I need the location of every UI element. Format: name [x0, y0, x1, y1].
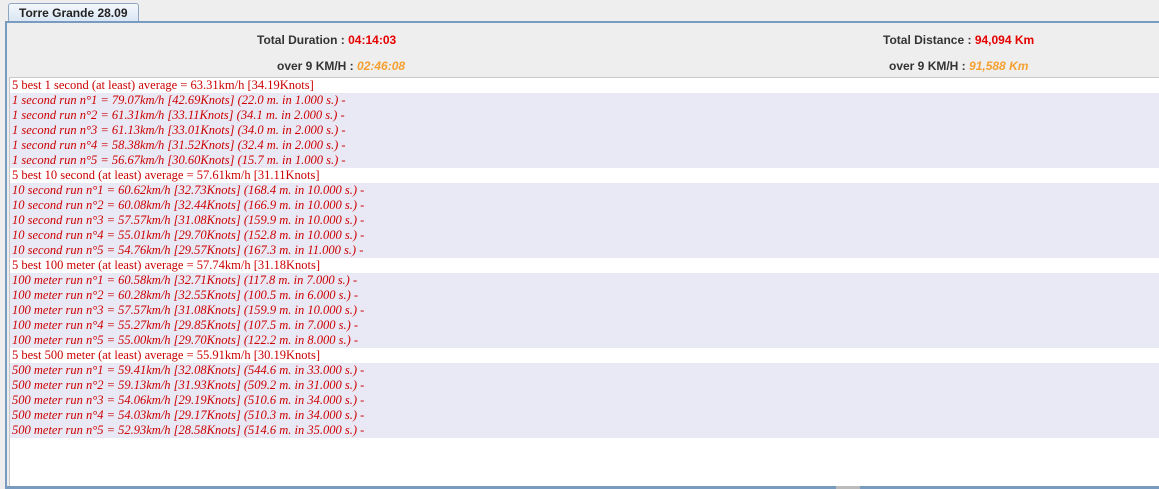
over9-distance-label: over 9 KM/H : [889, 59, 966, 73]
over9-duration: over 9 KM/H : 02:46:08 [277, 59, 405, 73]
list-item[interactable]: 10 second run n°1 = 60.62km/h [32.73Knot… [10, 183, 1159, 198]
over9-duration-value: 02:46:08 [357, 59, 406, 73]
over9-distance-value: 91,588 Km [969, 59, 1029, 73]
summary-area: Total Duration : 04:14:03 Total Distance… [7, 23, 1159, 77]
list-item[interactable]: 500 meter run n°5 = 52.93km/h [28.58Knot… [10, 423, 1159, 438]
list-item[interactable]: 500 meter run n°3 = 54.06km/h [29.19Knot… [10, 393, 1159, 408]
total-distance-value: 94,094 Km [974, 33, 1035, 47]
total-distance-label: Total Distance : [883, 33, 972, 47]
list-section-header[interactable]: 5 best 10 second (at least) average = 57… [10, 168, 1159, 183]
list-item[interactable]: 10 second run n°4 = 55.01km/h [29.70Knot… [10, 228, 1159, 243]
total-duration-label: Total Duration : [257, 33, 345, 47]
list-item[interactable]: 10 second run n°3 = 57.57km/h [31.08Knot… [10, 213, 1159, 228]
list-item[interactable]: 1 second run n°2 = 61.31km/h [33.11Knots… [10, 108, 1159, 123]
list-item[interactable]: 500 meter run n°2 = 59.13km/h [31.93Knot… [10, 378, 1159, 393]
list-item[interactable]: 1 second run n°4 = 58.38km/h [31.52Knots… [10, 138, 1159, 153]
total-distance: Total Distance : 94,094 Km [883, 33, 1034, 47]
over9-distance: over 9 KM/H : 91,588 Km [889, 59, 1028, 73]
list-item[interactable]: 10 second run n°5 = 54.76km/h [29.57Knot… [10, 243, 1159, 258]
list-section-header[interactable]: 5 best 100 meter (at least) average = 57… [10, 258, 1159, 273]
session-panel: Total Duration : 04:14:03 Total Distance… [5, 21, 1159, 489]
list-section-header[interactable]: 5 best 500 meter (at least) average = 55… [10, 348, 1159, 363]
tab-bar: Torre Grande 28.09 [0, 0, 1159, 22]
list-item[interactable]: 500 meter run n°1 = 59.41km/h [32.08Knot… [10, 363, 1159, 378]
list-item[interactable]: 1 second run n°5 = 56.67km/h [30.60Knots… [10, 153, 1159, 168]
list-item[interactable]: 100 meter run n°1 = 60.58km/h [32.71Knot… [10, 273, 1159, 288]
list-item[interactable]: 100 meter run n°4 = 55.27km/h [29.85Knot… [10, 318, 1159, 333]
list-item[interactable]: 10 second run n°2 = 60.08km/h [32.44Knot… [10, 198, 1159, 213]
run-list[interactable]: 5 best 1 second (at least) average = 63.… [9, 77, 1159, 489]
list-item[interactable]: 100 meter run n°3 = 57.57km/h [31.08Knot… [10, 303, 1159, 318]
total-duration-value: 04:14:03 [348, 33, 397, 47]
list-item[interactable]: 100 meter run n°2 = 60.28km/h [32.55Knot… [10, 288, 1159, 303]
total-duration: Total Duration : 04:14:03 [257, 33, 396, 47]
list-item[interactable]: 1 second run n°1 = 79.07km/h [42.69Knots… [10, 93, 1159, 108]
list-section-header[interactable]: 5 best 1 second (at least) average = 63.… [10, 78, 1159, 93]
list-item[interactable]: 100 meter run n°5 = 55.00km/h [29.70Knot… [10, 333, 1159, 348]
over9-duration-label: over 9 KM/H : [277, 59, 354, 73]
list-item[interactable]: 1 second run n°3 = 61.13km/h [33.01Knots… [10, 123, 1159, 138]
list-item[interactable]: 500 meter run n°4 = 54.03km/h [29.17Knot… [10, 408, 1159, 423]
tab-torre-grande[interactable]: Torre Grande 28.09 [8, 3, 139, 22]
